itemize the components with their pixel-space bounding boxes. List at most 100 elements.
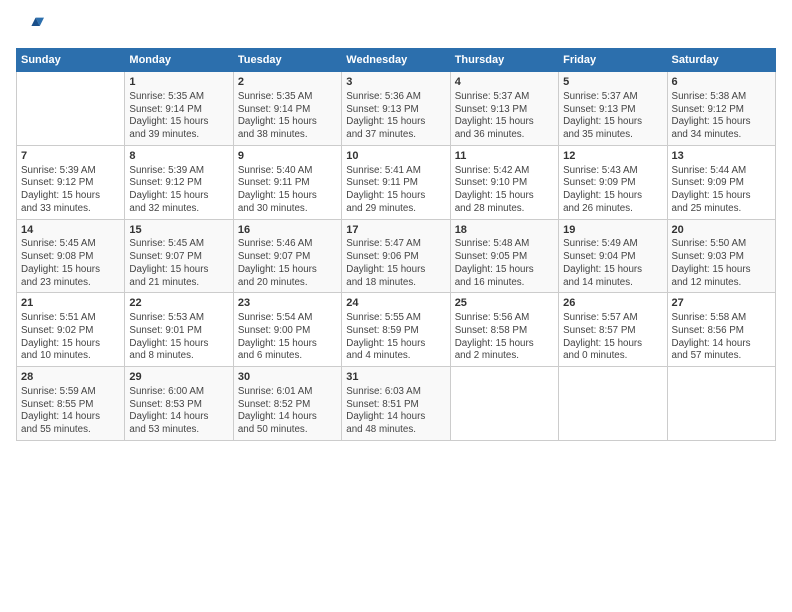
- day-info: Sunrise: 5:45 AMSunset: 9:08 PMDaylight:…: [21, 238, 120, 289]
- calendar-cell: 15Sunrise: 5:45 AMSunset: 9:07 PMDayligh…: [125, 219, 233, 293]
- day-number: 2: [238, 75, 337, 90]
- day-number: 28: [21, 370, 120, 385]
- day-number: 1: [129, 75, 228, 90]
- calendar-cell: 4Sunrise: 5:37 AMSunset: 9:13 PMDaylight…: [450, 72, 558, 146]
- day-number: 27: [672, 296, 771, 311]
- day-number: 23: [238, 296, 337, 311]
- day-info: Sunrise: 5:57 AMSunset: 8:57 PMDaylight:…: [563, 312, 662, 363]
- day-number: 5: [563, 75, 662, 90]
- calendar-cell: [450, 367, 558, 441]
- calendar-cell: 6Sunrise: 5:38 AMSunset: 9:12 PMDaylight…: [667, 72, 775, 146]
- week-row-5: 28Sunrise: 5:59 AMSunset: 8:55 PMDayligh…: [17, 367, 776, 441]
- day-number: 12: [563, 149, 662, 164]
- day-info: Sunrise: 5:45 AMSunset: 9:07 PMDaylight:…: [129, 238, 228, 289]
- calendar-cell: 9Sunrise: 5:40 AMSunset: 9:11 PMDaylight…: [233, 145, 341, 219]
- day-number: 25: [455, 296, 554, 311]
- week-row-3: 14Sunrise: 5:45 AMSunset: 9:08 PMDayligh…: [17, 219, 776, 293]
- week-row-4: 21Sunrise: 5:51 AMSunset: 9:02 PMDayligh…: [17, 293, 776, 367]
- calendar-cell: 14Sunrise: 5:45 AMSunset: 9:08 PMDayligh…: [17, 219, 125, 293]
- header-row: SundayMondayTuesdayWednesdayThursdayFrid…: [17, 49, 776, 72]
- calendar-cell: 2Sunrise: 5:35 AMSunset: 9:14 PMDaylight…: [233, 72, 341, 146]
- calendar-cell: 25Sunrise: 5:56 AMSunset: 8:58 PMDayligh…: [450, 293, 558, 367]
- day-number: 30: [238, 370, 337, 385]
- calendar-cell: 23Sunrise: 5:54 AMSunset: 9:00 PMDayligh…: [233, 293, 341, 367]
- day-info: Sunrise: 5:37 AMSunset: 9:13 PMDaylight:…: [455, 91, 554, 142]
- day-number: 9: [238, 149, 337, 164]
- day-number: 29: [129, 370, 228, 385]
- day-number: 31: [346, 370, 445, 385]
- day-info: Sunrise: 6:01 AMSunset: 8:52 PMDaylight:…: [238, 386, 337, 437]
- day-info: Sunrise: 5:54 AMSunset: 9:00 PMDaylight:…: [238, 312, 337, 363]
- col-header-tuesday: Tuesday: [233, 49, 341, 72]
- day-number: 6: [672, 75, 771, 90]
- calendar-cell: 18Sunrise: 5:48 AMSunset: 9:05 PMDayligh…: [450, 219, 558, 293]
- day-info: Sunrise: 5:47 AMSunset: 9:06 PMDaylight:…: [346, 238, 445, 289]
- day-number: 11: [455, 149, 554, 164]
- header: [16, 12, 776, 40]
- calendar-cell: 16Sunrise: 5:46 AMSunset: 9:07 PMDayligh…: [233, 219, 341, 293]
- day-number: 26: [563, 296, 662, 311]
- day-info: Sunrise: 5:39 AMSunset: 9:12 PMDaylight:…: [21, 165, 120, 216]
- col-header-monday: Monday: [125, 49, 233, 72]
- day-number: 14: [21, 223, 120, 238]
- calendar-cell: 11Sunrise: 5:42 AMSunset: 9:10 PMDayligh…: [450, 145, 558, 219]
- calendar-cell: 17Sunrise: 5:47 AMSunset: 9:06 PMDayligh…: [342, 219, 450, 293]
- calendar-cell: 31Sunrise: 6:03 AMSunset: 8:51 PMDayligh…: [342, 367, 450, 441]
- calendar-cell: 21Sunrise: 5:51 AMSunset: 9:02 PMDayligh…: [17, 293, 125, 367]
- calendar-cell: 26Sunrise: 5:57 AMSunset: 8:57 PMDayligh…: [559, 293, 667, 367]
- col-header-thursday: Thursday: [450, 49, 558, 72]
- day-info: Sunrise: 6:03 AMSunset: 8:51 PMDaylight:…: [346, 386, 445, 437]
- calendar-cell: 10Sunrise: 5:41 AMSunset: 9:11 PMDayligh…: [342, 145, 450, 219]
- day-info: Sunrise: 5:42 AMSunset: 9:10 PMDaylight:…: [455, 165, 554, 216]
- day-info: Sunrise: 5:40 AMSunset: 9:11 PMDaylight:…: [238, 165, 337, 216]
- calendar-cell: [559, 367, 667, 441]
- calendar-cell: [17, 72, 125, 146]
- calendar-cell: 20Sunrise: 5:50 AMSunset: 9:03 PMDayligh…: [667, 219, 775, 293]
- day-info: Sunrise: 5:51 AMSunset: 9:02 PMDaylight:…: [21, 312, 120, 363]
- day-number: 16: [238, 223, 337, 238]
- day-number: 3: [346, 75, 445, 90]
- logo: [16, 12, 48, 40]
- week-row-1: 1Sunrise: 5:35 AMSunset: 9:14 PMDaylight…: [17, 72, 776, 146]
- day-number: 8: [129, 149, 228, 164]
- day-info: Sunrise: 6:00 AMSunset: 8:53 PMDaylight:…: [129, 386, 228, 437]
- day-number: 13: [672, 149, 771, 164]
- calendar-cell: 19Sunrise: 5:49 AMSunset: 9:04 PMDayligh…: [559, 219, 667, 293]
- calendar-cell: 28Sunrise: 5:59 AMSunset: 8:55 PMDayligh…: [17, 367, 125, 441]
- day-info: Sunrise: 5:41 AMSunset: 9:11 PMDaylight:…: [346, 165, 445, 216]
- calendar-table: SundayMondayTuesdayWednesdayThursdayFrid…: [16, 48, 776, 441]
- calendar-cell: 29Sunrise: 6:00 AMSunset: 8:53 PMDayligh…: [125, 367, 233, 441]
- calendar-cell: 8Sunrise: 5:39 AMSunset: 9:12 PMDaylight…: [125, 145, 233, 219]
- day-number: 7: [21, 149, 120, 164]
- day-info: Sunrise: 5:53 AMSunset: 9:01 PMDaylight:…: [129, 312, 228, 363]
- day-number: 22: [129, 296, 228, 311]
- calendar-cell: 13Sunrise: 5:44 AMSunset: 9:09 PMDayligh…: [667, 145, 775, 219]
- calendar-cell: 27Sunrise: 5:58 AMSunset: 8:56 PMDayligh…: [667, 293, 775, 367]
- day-info: Sunrise: 5:55 AMSunset: 8:59 PMDaylight:…: [346, 312, 445, 363]
- day-info: Sunrise: 5:39 AMSunset: 9:12 PMDaylight:…: [129, 165, 228, 216]
- day-info: Sunrise: 5:58 AMSunset: 8:56 PMDaylight:…: [672, 312, 771, 363]
- day-info: Sunrise: 5:50 AMSunset: 9:03 PMDaylight:…: [672, 238, 771, 289]
- logo-icon: [16, 12, 44, 40]
- day-number: 10: [346, 149, 445, 164]
- day-info: Sunrise: 5:49 AMSunset: 9:04 PMDaylight:…: [563, 238, 662, 289]
- day-info: Sunrise: 5:44 AMSunset: 9:09 PMDaylight:…: [672, 165, 771, 216]
- day-info: Sunrise: 5:36 AMSunset: 9:13 PMDaylight:…: [346, 91, 445, 142]
- col-header-friday: Friday: [559, 49, 667, 72]
- calendar-cell: 5Sunrise: 5:37 AMSunset: 9:13 PMDaylight…: [559, 72, 667, 146]
- day-number: 24: [346, 296, 445, 311]
- day-number: 18: [455, 223, 554, 238]
- calendar-cell: 30Sunrise: 6:01 AMSunset: 8:52 PMDayligh…: [233, 367, 341, 441]
- col-header-sunday: Sunday: [17, 49, 125, 72]
- day-number: 21: [21, 296, 120, 311]
- week-row-2: 7Sunrise: 5:39 AMSunset: 9:12 PMDaylight…: [17, 145, 776, 219]
- day-info: Sunrise: 5:38 AMSunset: 9:12 PMDaylight:…: [672, 91, 771, 142]
- calendar-cell: 1Sunrise: 5:35 AMSunset: 9:14 PMDaylight…: [125, 72, 233, 146]
- calendar-cell: 12Sunrise: 5:43 AMSunset: 9:09 PMDayligh…: [559, 145, 667, 219]
- day-info: Sunrise: 5:37 AMSunset: 9:13 PMDaylight:…: [563, 91, 662, 142]
- day-number: 20: [672, 223, 771, 238]
- calendar-cell: 22Sunrise: 5:53 AMSunset: 9:01 PMDayligh…: [125, 293, 233, 367]
- day-number: 17: [346, 223, 445, 238]
- day-number: 4: [455, 75, 554, 90]
- day-info: Sunrise: 5:59 AMSunset: 8:55 PMDaylight:…: [21, 386, 120, 437]
